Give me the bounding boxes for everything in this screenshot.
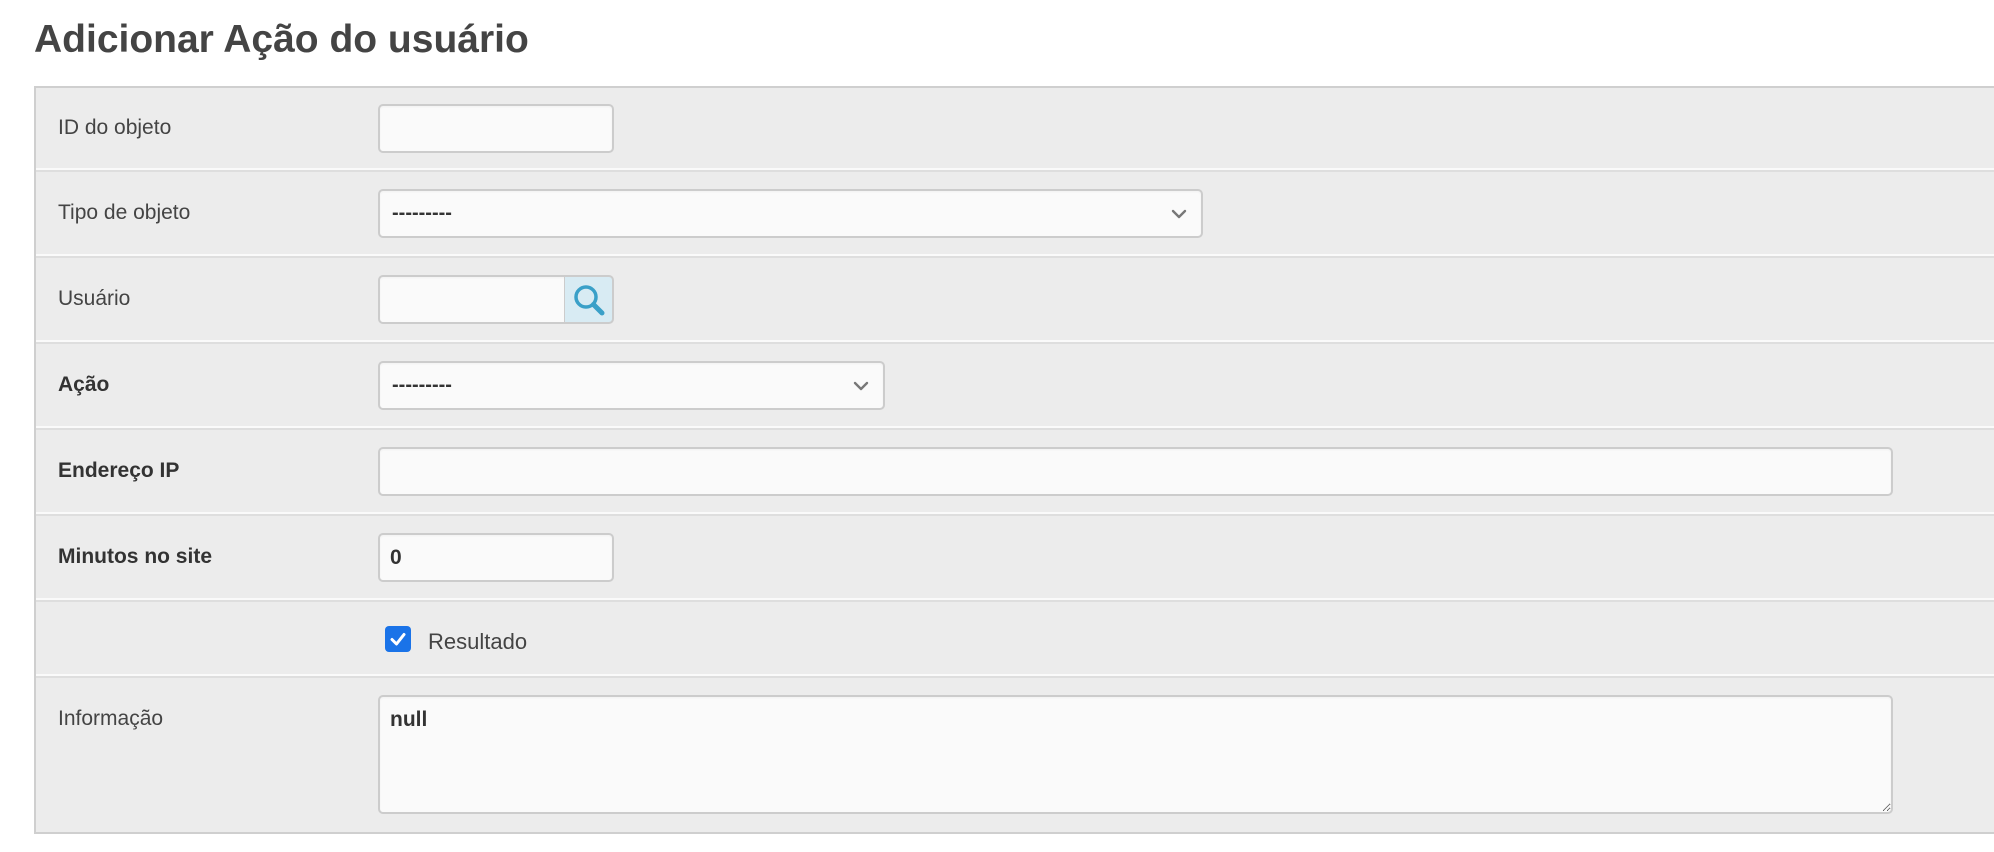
information-label: Informação: [58, 707, 164, 730]
action-selected-value: ---------: [392, 374, 452, 396]
result-checkbox-label[interactable]: Resultado: [428, 629, 527, 655]
form-row-object-type: Tipo de objeto ---------: [36, 172, 1994, 258]
result-checkbox[interactable]: [385, 626, 411, 652]
page-title: Adicionar Ação do usuário: [34, 18, 529, 61]
form-row-information: Informação null: [36, 678, 1994, 832]
checkmark-icon: [390, 633, 406, 646]
minutes-on-site-label: Minutos no site: [58, 545, 212, 568]
minutes-on-site-input[interactable]: [378, 533, 614, 582]
search-icon: [572, 283, 606, 317]
object-type-label: Tipo de objeto: [58, 201, 191, 224]
action-label: Ação: [58, 373, 110, 396]
form-row-result: Resultado: [36, 602, 1994, 678]
object-type-select[interactable]: ---------: [378, 189, 1203, 238]
form-row-minutes-on-site: Minutos no site: [36, 516, 1994, 602]
ip-address-label: Endereço IP: [58, 459, 180, 482]
form-row-user: Usuário: [36, 258, 1994, 344]
form-row-object-id: ID do objeto: [36, 88, 1994, 172]
object-type-selected-value: ---------: [392, 202, 452, 224]
form-row-action: Ação ---------: [36, 344, 1994, 430]
chevron-down-icon: [1169, 204, 1189, 224]
action-select[interactable]: ---------: [378, 361, 885, 410]
ip-address-input[interactable]: [378, 447, 1893, 496]
object-id-label: ID do objeto: [58, 116, 172, 139]
user-input[interactable]: [378, 275, 569, 324]
information-textarea[interactable]: null: [378, 695, 1893, 814]
object-id-input[interactable]: [378, 104, 614, 153]
add-user-action-form: ID do objeto Tipo de objeto --------- Us…: [34, 86, 1994, 834]
user-label: Usuário: [58, 287, 131, 310]
chevron-down-icon: [851, 376, 871, 396]
form-row-ip-address: Endereço IP: [36, 430, 1994, 516]
user-lookup-button[interactable]: [564, 275, 614, 324]
